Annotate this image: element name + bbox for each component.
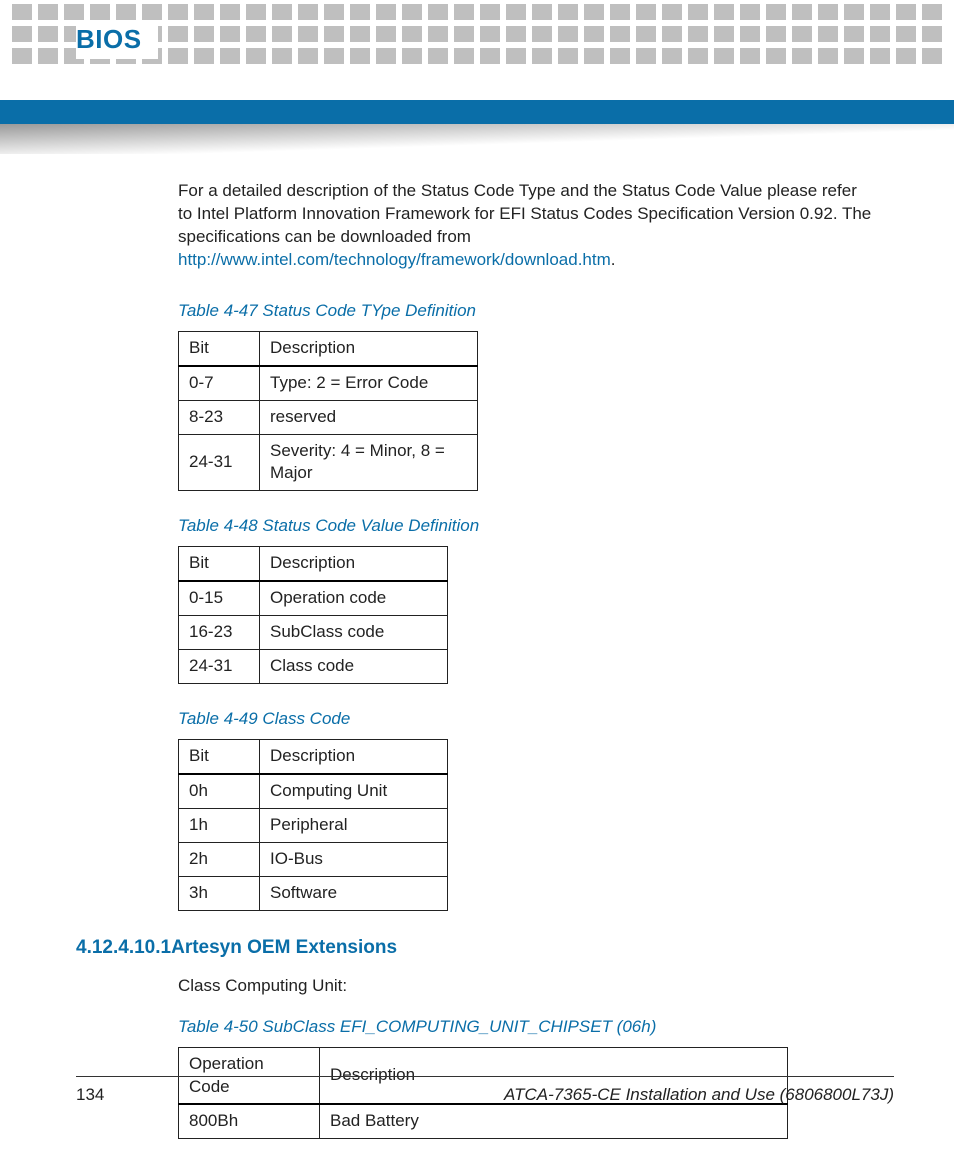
page-content: For a detailed description of the Status… xyxy=(178,180,874,1163)
table-row: 24-31Class code xyxy=(179,650,448,684)
document-id: ATCA-7365-CE Installation and Use (68068… xyxy=(504,1085,894,1105)
table-caption-4-50: Table 4-50 SubClass EFI_COMPUTING_UNIT_C… xyxy=(178,1016,874,1039)
header-blue-bar xyxy=(0,100,954,124)
col-header: Bit xyxy=(179,331,260,365)
intro-paragraph: For a detailed description of the Status… xyxy=(178,180,874,272)
page-number: 134 xyxy=(76,1085,104,1105)
table-row: 16-23SubClass code xyxy=(179,616,448,650)
col-header: Description xyxy=(260,331,478,365)
intro-after: . xyxy=(611,250,616,269)
section-number: 4.12.4.10.1 xyxy=(76,937,171,958)
table-caption-4-48: Table 4-48 Status Code Value Definition xyxy=(178,515,874,538)
table-row: 0-7Type: 2 = Error Code xyxy=(179,366,478,400)
col-header: Bit xyxy=(179,740,260,774)
header-gradient-bar xyxy=(0,124,954,154)
table-caption-4-47: Table 4-47 Status Code TYpe Definition xyxy=(178,300,874,323)
table-row: 24-31Severity: 4 = Minor, 8 = Major xyxy=(179,434,478,491)
table-4-48: Bit Description 0-15Operation code 16-23… xyxy=(178,546,448,684)
col-header: Bit xyxy=(179,547,260,581)
section-title: Artesyn OEM Extensions xyxy=(171,937,397,958)
col-header: Description xyxy=(260,547,448,581)
section-heading-wrap: 4.12.4.10.1Artesyn OEM Extensions Class … xyxy=(178,935,874,998)
table-caption-4-49: Table 4-49 Class Code xyxy=(178,708,874,731)
intel-framework-link[interactable]: http://www.intel.com/technology/framewor… xyxy=(178,250,611,269)
section-subtext: Class Computing Unit: xyxy=(178,975,874,998)
table-row: 3hSoftware xyxy=(179,876,448,910)
table-row: 1hPeripheral xyxy=(179,808,448,842)
intro-text: For a detailed description of the Status… xyxy=(178,181,871,246)
page-footer: 134 ATCA-7365-CE Installation and Use (6… xyxy=(76,1076,894,1105)
table-row: 800BhBad Battery xyxy=(179,1104,788,1138)
table-row: 0-15Operation code xyxy=(179,581,448,615)
table-4-47: Bit Description 0-7Type: 2 = Error Code … xyxy=(178,331,478,492)
table-row: 0hComputing Unit xyxy=(179,774,448,808)
table-row: 8-23reserved xyxy=(179,400,478,434)
col-header: Description xyxy=(260,740,448,774)
section-heading: 4.12.4.10.1Artesyn OEM Extensions xyxy=(76,935,397,961)
table-4-49: Bit Description 0hComputing Unit 1hPerip… xyxy=(178,739,448,911)
table-row: 2hIO-Bus xyxy=(179,842,448,876)
page-header-title: BIOS xyxy=(76,20,158,59)
